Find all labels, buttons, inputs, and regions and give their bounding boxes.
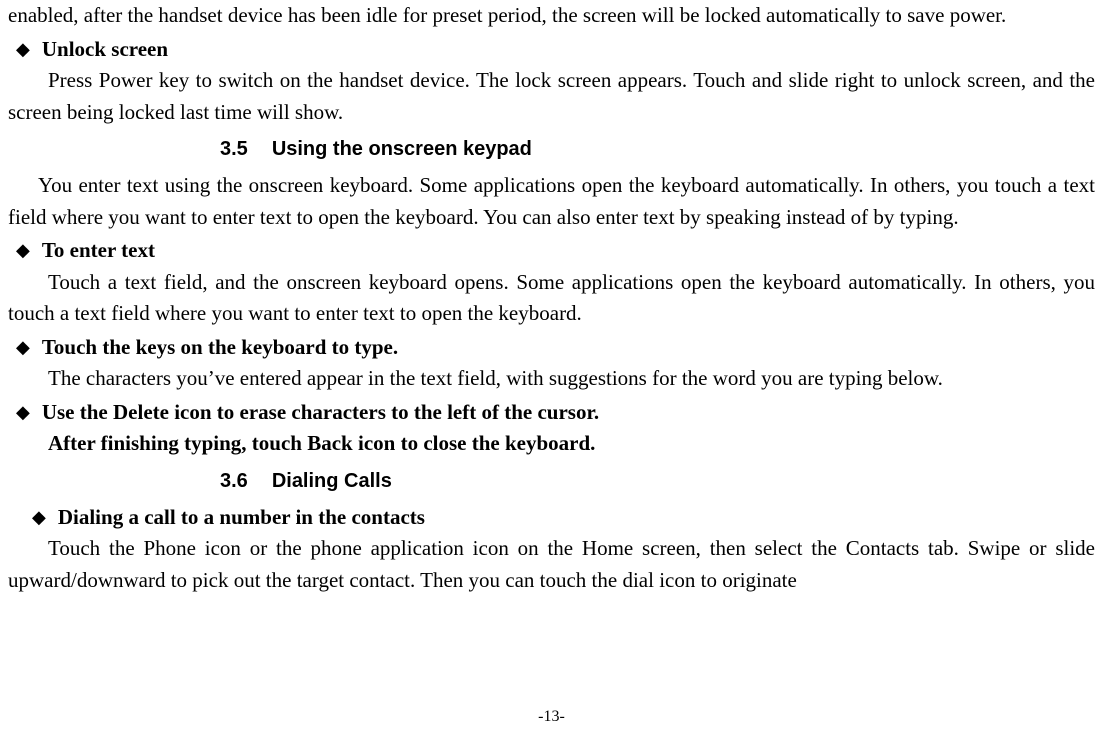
section-title: Dialing Calls: [272, 470, 392, 492]
bullet-title: To enter text: [42, 238, 155, 262]
diamond-icon: ◆: [16, 36, 30, 63]
bullet-title: Use the Delete icon to erase characters …: [42, 400, 599, 424]
touch-keys-body: The characters you’ve entered appear in …: [8, 363, 1095, 395]
bullet-unlock-screen: ◆ Unlock screen: [8, 34, 1095, 66]
top-fragment-text: enabled, after the handset device has be…: [8, 0, 1095, 32]
bullet-delete-icon: ◆ Use the Delete icon to erase characters…: [8, 397, 1095, 429]
section-title: Using the onscreen keypad: [272, 138, 532, 160]
bullet-touch-keys: ◆ Touch the keys on the keyboard to type.: [8, 332, 1095, 364]
bullet-title: Dialing a call to a number in the contac…: [58, 505, 425, 529]
page-number: -13-: [0, 705, 1103, 729]
diamond-icon: ◆: [16, 334, 30, 361]
bullet-dial-contacts: ◆ Dialing a call to a number in the conta…: [24, 502, 1095, 534]
bullet-title: Unlock screen: [42, 37, 168, 61]
section-heading-3-5: 3.5 Using the onscreen keypad: [220, 134, 1095, 164]
section-number: 3.6: [220, 466, 248, 496]
diamond-icon: ◆: [16, 237, 30, 264]
section-number: 3.5: [220, 134, 248, 164]
bullet-title: Touch the keys on the keyboard to type.: [42, 335, 398, 359]
to-enter-text-body: Touch a text field, and the onscreen key…: [8, 267, 1095, 330]
diamond-icon: ◆: [16, 399, 30, 426]
section-heading-3-6: 3.6 Dialing Calls: [220, 466, 1095, 496]
diamond-icon: ◆: [32, 504, 46, 531]
dial-contacts-body: Touch the Phone icon or the phone applic…: [8, 533, 1095, 596]
bullet-to-enter-text: ◆ To enter text: [8, 235, 1095, 267]
s35-intro-text: You enter text using the onscreen keyboa…: [8, 170, 1095, 233]
unlock-screen-body: Press Power key to switch on the handset…: [8, 65, 1095, 128]
after-finishing-line: After finishing typing, touch Back icon …: [8, 428, 1095, 460]
